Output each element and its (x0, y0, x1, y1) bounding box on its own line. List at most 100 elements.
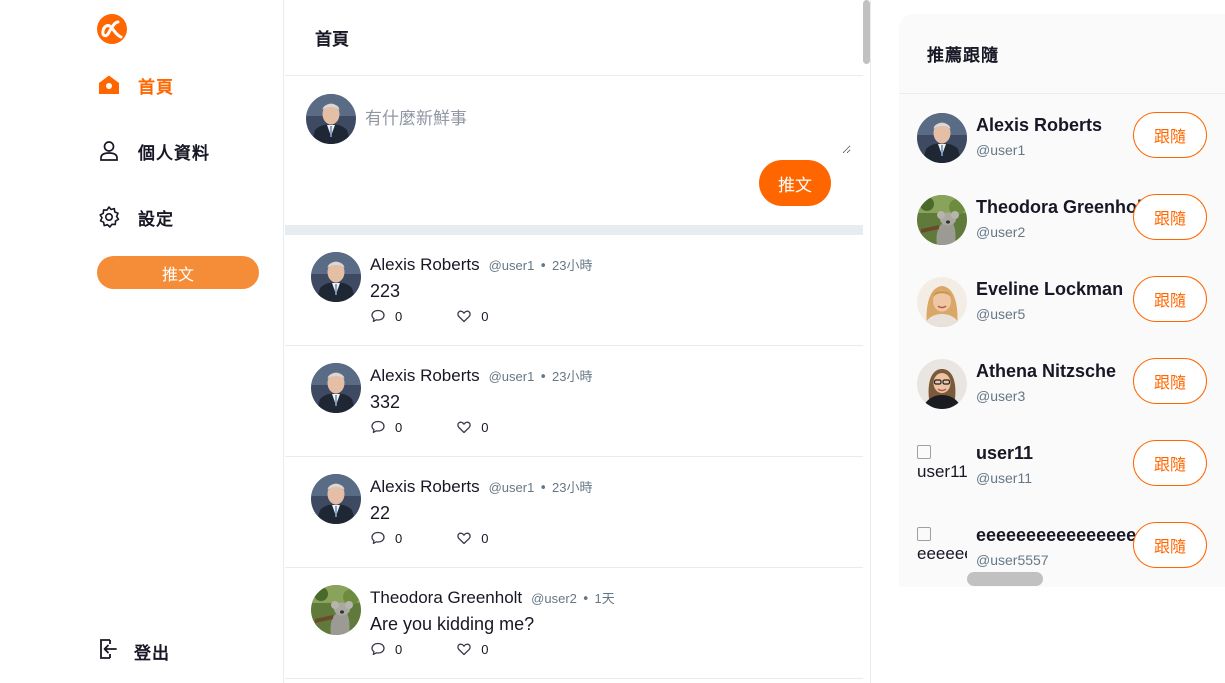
app-root: 首頁 個人資料 設定 推文 登出 首頁 有什麼新鮮事 推文 Alexis Rob… (0, 0, 1225, 683)
like-button[interactable]: 0 (456, 419, 488, 435)
gear-icon (97, 205, 121, 229)
recommend-item[interactable]: Theodora Greenholt @user2 跟隨 (899, 177, 1225, 259)
follow-button[interactable]: 跟隨 (1133, 276, 1207, 322)
sidebar-item-settings[interactable]: 設定 (97, 205, 174, 230)
horizontal-scrollbar-thumb[interactable] (967, 572, 1043, 586)
logout-button[interactable]: 登出 (96, 637, 170, 665)
follow-button[interactable]: 跟隨 (1133, 194, 1207, 240)
tweet-time: 1天 (594, 591, 615, 606)
sidebar-item-label: 首頁 (138, 77, 174, 98)
avatar[interactable] (917, 113, 967, 163)
recommend-handle: @user11 (976, 470, 1032, 486)
tweet-content: 223 (370, 281, 401, 301)
recommend-item[interactable]: user11 user11 @user11 跟隨 (899, 423, 1225, 505)
sidebar-tweet-button[interactable]: 推文 (97, 256, 259, 289)
avatar[interactable] (311, 363, 361, 413)
follow-button[interactable]: 跟隨 (1133, 522, 1207, 568)
heart-icon (457, 532, 471, 545)
recommend-panel: 推薦跟隨 Alexis Roberts @user1 跟隨 Theodora G… (899, 14, 1225, 587)
recommend-name[interactable]: user11 (976, 443, 1142, 464)
reply-icon (371, 420, 385, 434)
reply-count: 0 (395, 530, 403, 546)
page-title: 首頁 (315, 30, 349, 50)
tweet-content: 332 (370, 392, 401, 412)
recommend-name[interactable]: Alexis Roberts (976, 115, 1142, 136)
reply-icon (371, 531, 385, 545)
recommend-item[interactable]: Athena Nitzsche @user3 跟隨 (899, 341, 1225, 423)
like-count: 0 (481, 419, 489, 435)
avatar[interactable] (311, 474, 361, 524)
reply-icon (371, 309, 385, 323)
tweet-item[interactable]: Alexis Roberts @user1 • 23小時 223 0 0 (285, 235, 863, 346)
tweet-author-handle: @user1 (488, 369, 535, 384)
avatar[interactable] (917, 277, 967, 327)
tweet-author-name[interactable]: Alexis Roberts (370, 477, 480, 497)
broken-image-icon (917, 445, 931, 459)
avatar[interactable] (917, 359, 967, 409)
tweet-header: Alexis Roberts @user1 • 23小時 (370, 366, 592, 386)
follow-button[interactable]: 跟隨 (1133, 440, 1207, 486)
separator-dot: • (539, 370, 547, 385)
like-count: 0 (481, 530, 489, 546)
broken-image-icon (917, 527, 931, 541)
reply-button[interactable]: 0 (370, 419, 402, 435)
avatar-alt-text: user11 (917, 462, 967, 481)
scrollbar-thumb[interactable] (863, 0, 870, 64)
sidebar-item-label: 設定 (138, 209, 174, 230)
main-feed: 首頁 推文 Alexis Roberts @user1 • 23小時 223 (285, 0, 863, 683)
broken-avatar-image[interactable]: user11 (917, 445, 967, 485)
tweet-author-name[interactable]: Theodora Greenholt (370, 588, 522, 608)
tweet-item[interactable]: Theodora Greenholt @user2 • 1天 Are you k… (285, 568, 863, 679)
tweet-header: Alexis Roberts @user1 • 23小時 (370, 477, 592, 497)
like-count: 0 (481, 641, 489, 657)
recommend-item[interactable]: Alexis Roberts @user1 跟隨 (899, 95, 1225, 177)
like-count: 0 (481, 308, 489, 324)
logo-icon[interactable] (96, 13, 128, 45)
tweet-time: 23小時 (552, 369, 593, 384)
tweet-input[interactable] (365, 104, 851, 154)
sidebar-item-profile[interactable]: 個人資料 (97, 139, 210, 164)
separator-dot: • (581, 592, 590, 607)
like-button[interactable]: 0 (456, 308, 488, 324)
recommend-handle: @user3 (976, 388, 1026, 404)
like-button[interactable]: 0 (456, 641, 488, 657)
tweet-item[interactable]: Alexis Roberts @user1 • 23小時 332 0 0 (285, 346, 863, 457)
tweet-content: Are you kidding me? (370, 614, 535, 634)
tweet-actions: 0 0 (370, 641, 488, 657)
follow-button[interactable]: 跟隨 (1133, 358, 1207, 404)
broken-avatar-image[interactable]: eeeeeeeeeeeeeeee (917, 527, 967, 567)
logout-icon (96, 637, 120, 665)
avatar[interactable] (311, 252, 361, 302)
tweet-submit-button[interactable]: 推文 (759, 160, 831, 206)
recommend-title: 推薦跟隨 (927, 46, 999, 66)
recommend-name[interactable]: Athena Nitzsche (976, 361, 1142, 382)
recommend-name[interactable]: eeeeeeeeeeeeeeee (976, 525, 1142, 546)
sidebar-item-home[interactable]: 首頁 (97, 73, 174, 98)
tweet-time: 23小時 (552, 480, 593, 495)
heart-icon (457, 643, 471, 656)
recommend-item[interactable]: Eveline Lockman @user5 跟隨 (899, 259, 1225, 341)
separator-dot: • (539, 481, 547, 496)
reply-button[interactable]: 0 (370, 641, 402, 657)
reply-count: 0 (395, 419, 403, 435)
tweet-author-name[interactable]: Alexis Roberts (370, 366, 480, 386)
sidebar-item-label: 個人資料 (138, 143, 210, 164)
separator-dot: • (539, 259, 547, 274)
avatar[interactable] (917, 195, 967, 245)
logout-label: 登出 (134, 643, 170, 664)
recommend-name[interactable]: Theodora Greenholt (976, 197, 1142, 218)
heart-icon (457, 310, 471, 323)
main-scrollbar[interactable] (863, 0, 871, 683)
tweet-actions: 0 0 (370, 308, 488, 324)
recommend-handle: @user5 (976, 306, 1026, 322)
avatar-alt-text: eeeeeeeeeeeeeeee (917, 544, 967, 563)
reply-button[interactable]: 0 (370, 308, 402, 324)
follow-button[interactable]: 跟隨 (1133, 112, 1207, 158)
avatar[interactable] (311, 585, 361, 635)
like-button[interactable]: 0 (456, 530, 488, 546)
tweet-author-name[interactable]: Alexis Roberts (370, 255, 480, 275)
tweet-item[interactable]: Alexis Roberts @user1 • 23小時 22 0 0 (285, 457, 863, 568)
reply-button[interactable]: 0 (370, 530, 402, 546)
recommend-name[interactable]: Eveline Lockman (976, 279, 1142, 300)
recommend-item[interactable]: eeeeeeeeeeeeeeee eeeeeeeeeeeeeeee @user5… (899, 505, 1225, 587)
